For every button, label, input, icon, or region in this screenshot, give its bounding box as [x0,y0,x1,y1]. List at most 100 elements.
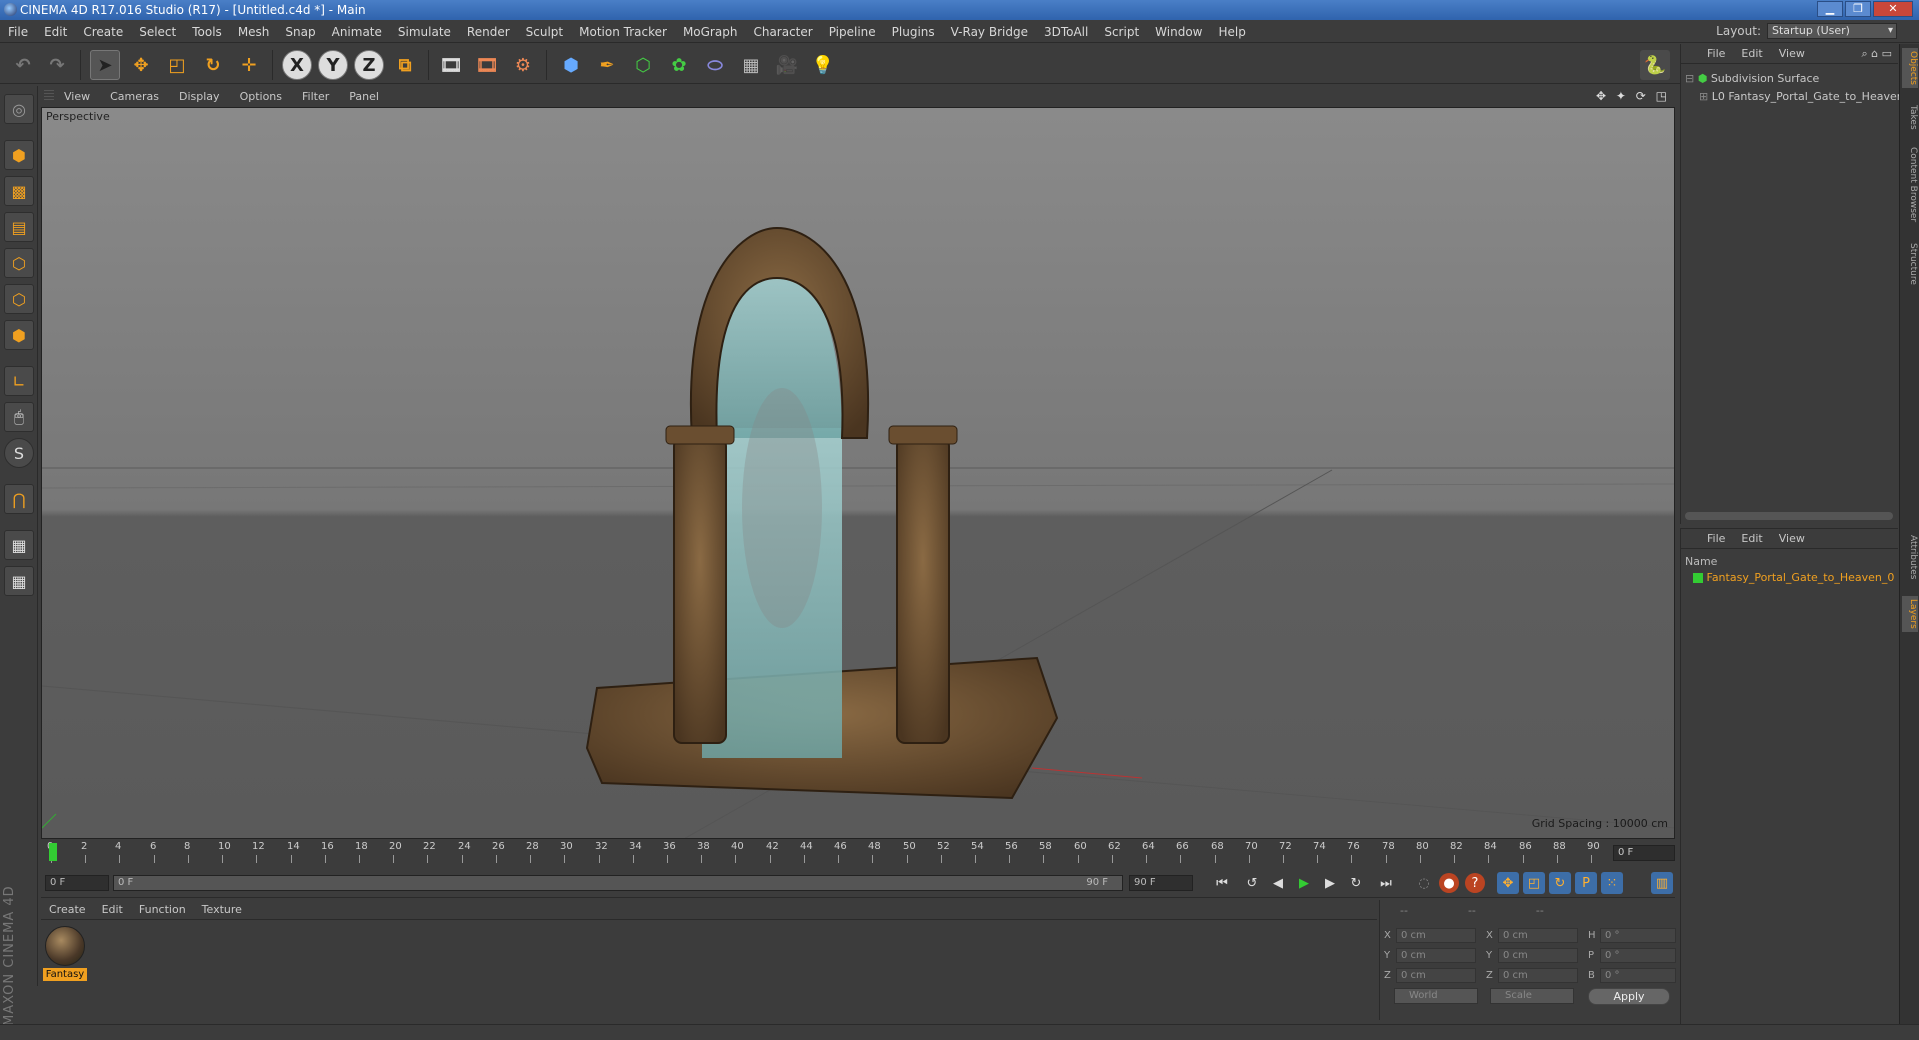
menu-render[interactable]: Render [459,21,518,43]
make-editable-icon[interactable]: ◎ [4,94,34,124]
texture-mode-icon[interactable]: ▩ [4,176,34,206]
menu-pipeline[interactable]: Pipeline [821,21,884,43]
menu-file[interactable]: File [0,21,36,43]
edges-mode-icon[interactable]: ⬡ [4,284,34,314]
menu-character[interactable]: Character [745,21,820,43]
start-frame-field[interactable]: 0 F [45,875,109,891]
undo-icon[interactable]: ↶ [8,50,38,80]
object-item-portal[interactable]: ⊞ L0 Fantasy_Portal_Gate_to_Heaven_ [1699,90,1909,103]
maximize-button[interactable]: ❐ [1845,1,1871,17]
viewport-nav-icons[interactable]: ✥ ✦ ⟳ ◳ [1596,89,1670,103]
pos-z-field[interactable]: 0 cm [1396,967,1476,983]
z-axis-toggle[interactable]: Z [354,50,384,80]
menu-help[interactable]: Help [1210,21,1253,43]
timeline-ticks[interactable]: 0246810121416182022242628303234363840424… [47,841,1611,865]
current-frame-field[interactable]: 0 F [1613,845,1675,861]
cube-icon[interactable]: ⬢ [556,50,586,80]
rotate-icon[interactable]: ↻ [198,50,228,80]
material-menu-texture[interactable]: Texture [194,903,250,916]
menu-simulate[interactable]: Simulate [390,21,459,43]
rot-h-field[interactable]: 0 ° [1600,927,1676,943]
tab-layers[interactable]: Layers [1902,596,1918,632]
minimize-button[interactable]: ▁ [1817,1,1843,17]
playhead[interactable] [49,843,57,861]
menu-mograph[interactable]: MoGraph [675,21,746,43]
camera-icon[interactable]: 🎥 [772,50,802,80]
pos-x-field[interactable]: 0 cm [1396,927,1476,943]
key-position-icon[interactable]: ✥ [1497,872,1519,894]
subdivision-icon[interactable]: ⬡ [628,50,658,80]
menu-sculpt[interactable]: Sculpt [518,21,571,43]
render-view-icon[interactable]: 🎞 [436,50,466,80]
viewport-perspective[interactable]: Perspective Grid Spacing : 10000 cm [41,107,1675,839]
object-menu-edit[interactable]: Edit [1733,47,1770,60]
render-settings-icon[interactable]: ⚙ [508,50,538,80]
object-menu-view[interactable]: View [1771,47,1813,60]
pen-spline-icon[interactable]: ✒ [592,50,622,80]
x-axis-toggle[interactable]: X [282,50,312,80]
model-mode-icon[interactable]: ⬢ [4,140,34,170]
menu-script[interactable]: Script [1096,21,1147,43]
key-pla-icon[interactable]: ⁙ [1601,872,1623,894]
points-mode-icon[interactable]: ⬡ [4,248,34,278]
record-icon[interactable]: ● [1439,873,1459,893]
magnet-icon[interactable]: ⋂ [4,484,34,514]
size-z-field[interactable]: 0 cm [1498,967,1578,983]
menu-create[interactable]: Create [75,21,131,43]
move-icon[interactable]: ✥ [126,50,156,80]
size-x-field[interactable]: 0 cm [1498,927,1578,943]
material-swatch[interactable]: Fantasy [43,926,87,981]
material-menu-edit[interactable]: Edit [94,903,131,916]
next-key-icon[interactable]: ↻ [1345,872,1367,894]
viewport-menu-options[interactable]: Options [230,90,292,103]
menu-mesh[interactable]: Mesh [230,21,278,43]
snap-icon[interactable]: S [4,438,34,468]
layer-menu-view[interactable]: View [1771,532,1813,545]
previous-key-icon[interactable]: ↺ [1241,872,1263,894]
coordinate-system-icon[interactable]: ⧉ [390,50,420,80]
menu-select[interactable]: Select [131,21,184,43]
tab-objects[interactable]: Objects [1902,48,1918,89]
menu-vray-bridge[interactable]: V-Ray Bridge [943,21,1036,43]
cloner-icon[interactable]: ✿ [664,50,694,80]
layer-menu-edit[interactable]: Edit [1733,532,1770,545]
go-to-end-icon[interactable]: ⏭ [1375,872,1397,894]
y-axis-toggle[interactable]: Y [318,50,348,80]
menu-motion-tracker[interactable]: Motion Tracker [571,21,675,43]
tweak-mode-icon[interactable]: 🖱 [4,402,34,432]
menu-snap[interactable]: Snap [277,21,323,43]
scale-icon[interactable]: ◰ [162,50,192,80]
menu-tools[interactable]: Tools [184,21,230,43]
rot-b-field[interactable]: 0 ° [1600,967,1676,983]
timeline-ruler[interactable]: 0246810121416182022242628303234363840424… [41,841,1675,865]
pos-y-field[interactable]: 0 cm [1396,947,1476,963]
axis-mode-icon[interactable]: ∟ [4,366,34,396]
panel-grip[interactable] [44,90,54,102]
light-icon[interactable]: 💡 [808,50,838,80]
material-menu-function[interactable]: Function [131,903,194,916]
motion-record-icon[interactable]: ◌ [1413,872,1435,894]
end-frame-field[interactable]: 90 F [1129,875,1193,891]
viewport-menu-display[interactable]: Display [169,90,230,103]
menu-window[interactable]: Window [1147,21,1210,43]
coord-mode-dropdown[interactable]: Scale [1490,988,1574,1004]
tab-attributes[interactable]: Attributes [1902,532,1918,582]
render-picture-viewer-icon[interactable]: 🎞 [472,50,502,80]
floor-icon[interactable]: ▦ [736,50,766,80]
expand-icon[interactable]: ⊞ [1699,90,1708,103]
play-icon[interactable]: ▶ [1293,872,1315,894]
frame-range-slider[interactable]: 0 F 90 F [113,875,1123,891]
menu-edit[interactable]: Edit [36,21,75,43]
previous-frame-icon[interactable]: ◀ [1267,872,1289,894]
size-y-field[interactable]: 0 cm [1498,947,1578,963]
live-select-icon[interactable]: ➤ [90,50,120,80]
locked-workplane-icon[interactable]: ▦ [4,530,34,560]
timeline-layout-icon[interactable]: ▥ [1651,872,1673,894]
polygons-mode-icon[interactable]: ⬢ [4,320,34,350]
viewport-menu-view[interactable]: View [54,90,100,103]
planar-workplane-icon[interactable]: ▦ [4,566,34,596]
rot-p-field[interactable]: 0 ° [1600,947,1676,963]
coord-space-dropdown[interactable]: World [1394,988,1478,1004]
tab-structure[interactable]: Structure [1902,240,1918,288]
object-menu-file[interactable]: File [1699,47,1733,60]
